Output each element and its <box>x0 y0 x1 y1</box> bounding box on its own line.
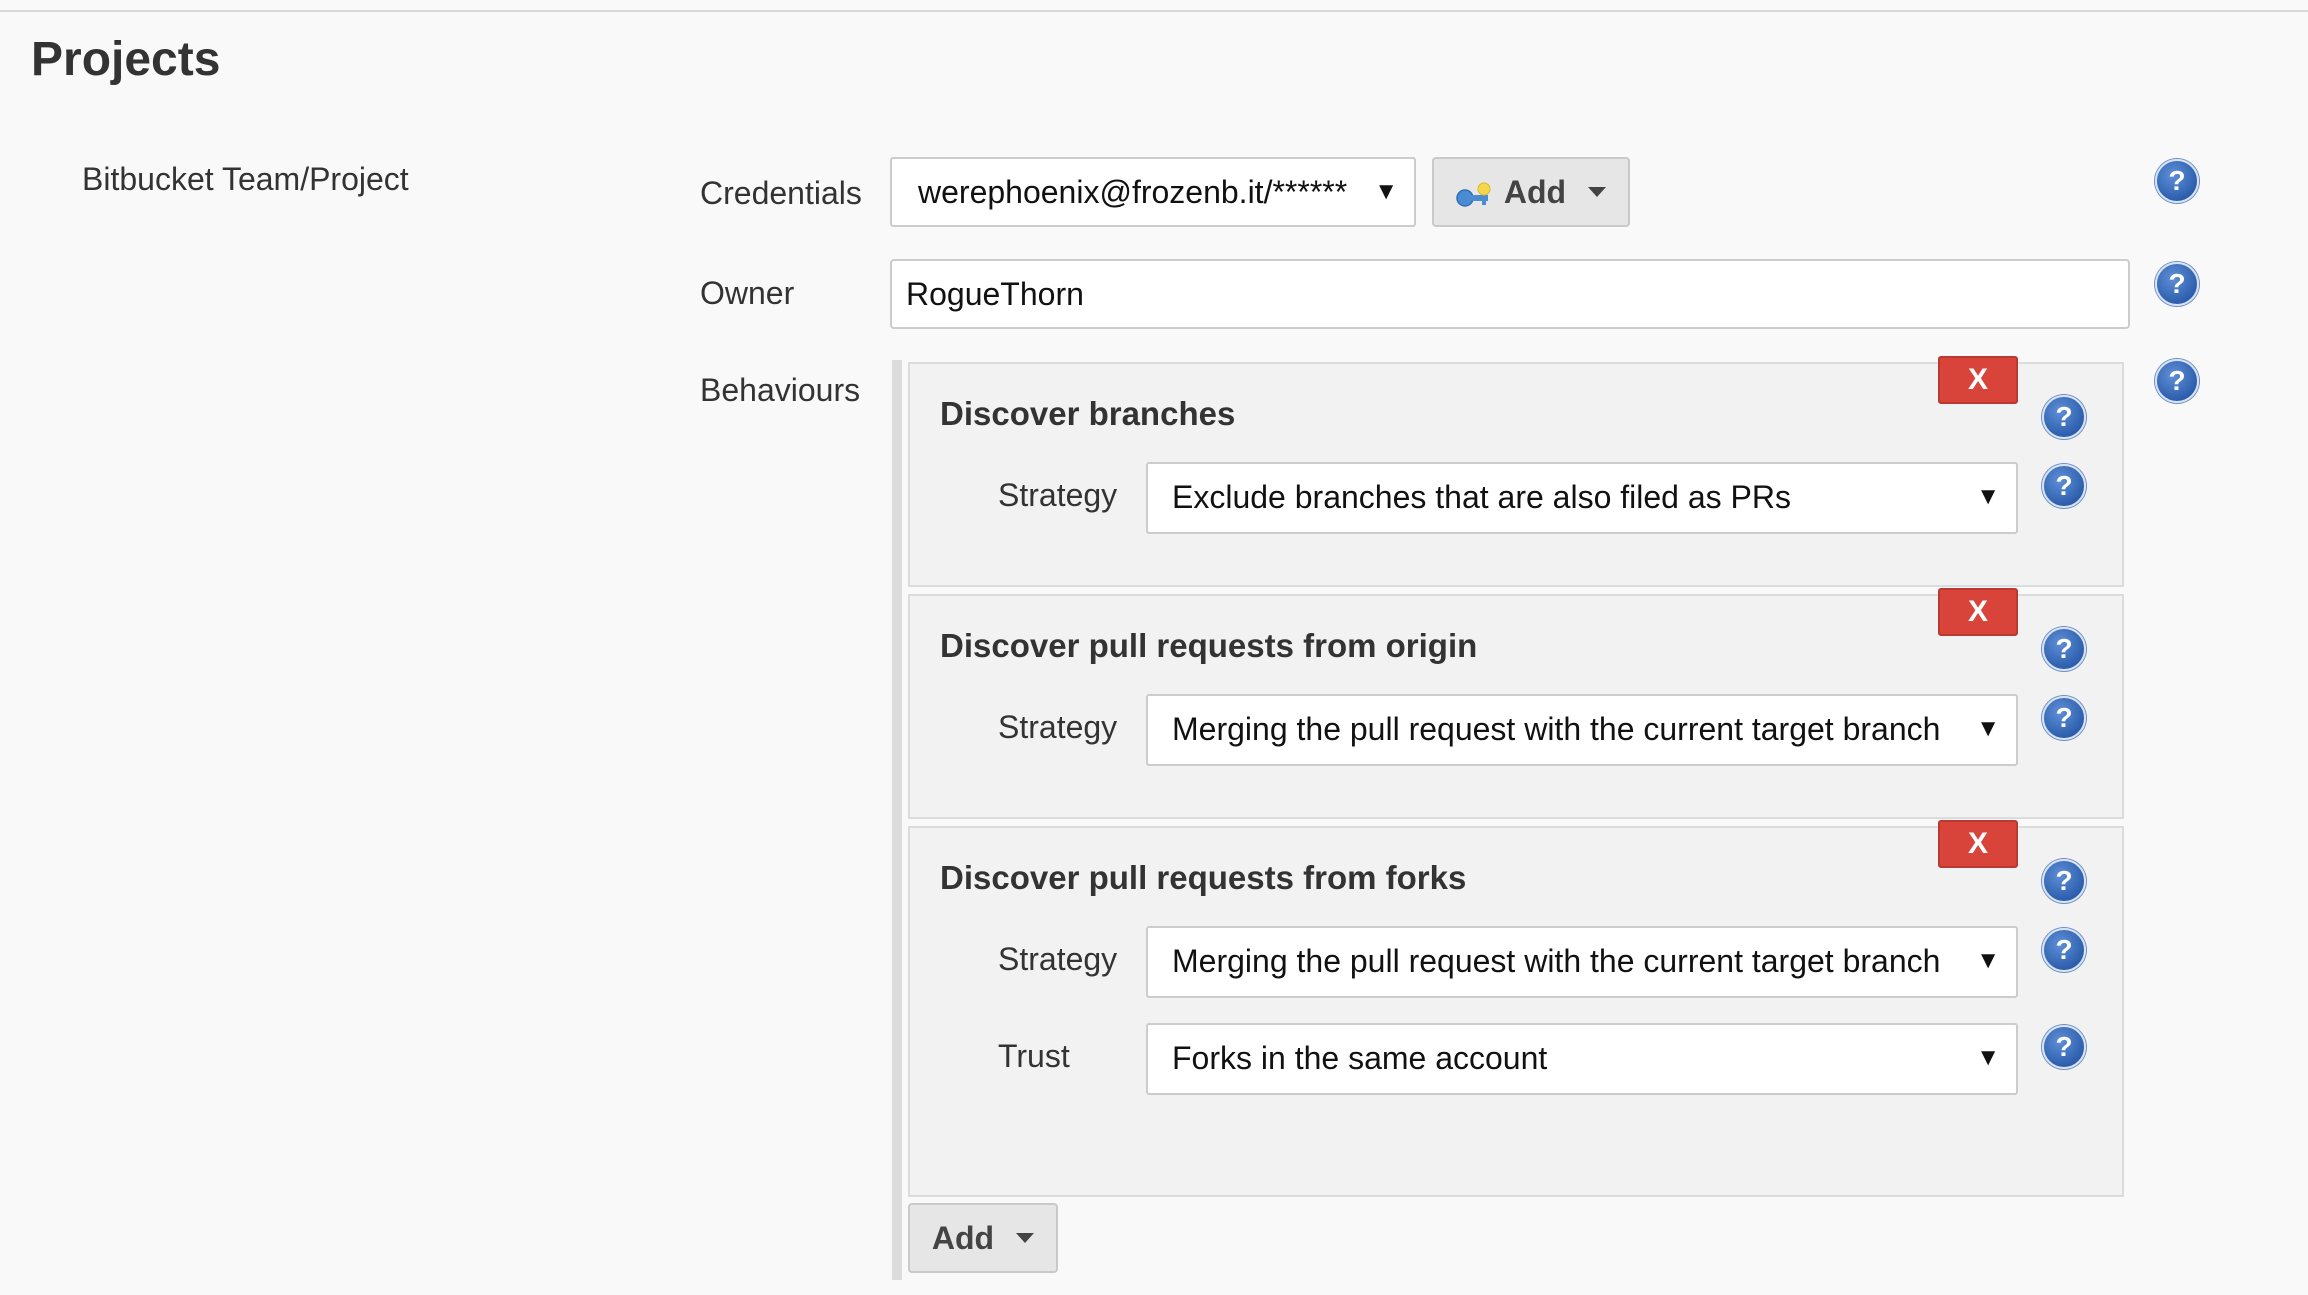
behaviour-panel-discover-prs-forks: X ? Discover pull requests from forks St… <box>908 820 2124 1197</box>
behaviour-panel-discover-branches: X ? Discover branches Strategy Exclude b… <box>908 356 2124 587</box>
help-icon[interactable]: ? <box>2042 464 2086 508</box>
chevron-down-icon: ▼ <box>1976 947 2000 974</box>
chevron-down-icon: ▼ <box>1976 1044 2000 1071</box>
owner-label: Owner <box>700 275 795 311</box>
trust-select[interactable]: Forks in the same account ▼ <box>1146 1023 2018 1095</box>
strategy-value: Merging the pull request with the curren… <box>1172 711 1941 747</box>
credentials-label: Credentials <box>700 175 862 211</box>
credentials-select[interactable]: werephoenix@frozenb.it/****** ▼ <box>890 157 1416 227</box>
trust-value: Forks in the same account <box>1172 1040 1548 1076</box>
behaviour-title: Discover pull requests from origin <box>940 627 1478 664</box>
chevron-down-icon: ▼ <box>1976 715 2000 742</box>
help-icon[interactable]: ? <box>2042 859 2086 903</box>
help-icon[interactable]: ? <box>2155 359 2199 403</box>
help-icon[interactable]: ? <box>2042 1025 2086 1069</box>
trust-label: Trust <box>998 1038 1070 1074</box>
help-icon[interactable]: ? <box>2155 159 2199 203</box>
help-icon[interactable]: ? <box>2155 262 2199 306</box>
section-label: Bitbucket Team/Project <box>82 161 409 197</box>
help-icon[interactable]: ? <box>2042 928 2086 972</box>
help-icon[interactable]: ? <box>2042 395 2086 439</box>
chevron-down-icon: ▼ <box>1374 178 1398 205</box>
credentials-add-button[interactable]: Add <box>1432 157 1630 227</box>
behaviour-panel-discover-prs-origin: X ? Discover pull requests from origin S… <box>908 588 2124 819</box>
owner-input[interactable] <box>890 259 2130 329</box>
key-icon <box>1456 179 1492 207</box>
add-behaviour-label: Add <box>931 1219 995 1256</box>
delete-behaviour-button[interactable]: X <box>1938 356 2018 404</box>
help-icon[interactable]: ? <box>2042 696 2086 740</box>
behaviours-bar <box>892 360 902 1280</box>
chevron-down-icon: ▼ <box>1976 483 2000 510</box>
strategy-value: Exclude branches that are also filed as … <box>1172 479 1791 515</box>
add-behaviour-button[interactable]: Add <box>908 1203 1058 1273</box>
caret-down-icon <box>1588 187 1607 197</box>
strategy-label: Strategy <box>998 477 1118 513</box>
credentials-value: werephoenix@frozenb.it/****** <box>918 174 1348 210</box>
behaviour-title: Discover branches <box>940 395 1236 432</box>
caret-down-icon <box>1016 1233 1035 1243</box>
strategy-select[interactable]: Merging the pull request with the curren… <box>1146 926 2018 998</box>
behaviour-title: Discover pull requests from forks <box>940 859 1467 896</box>
behaviours-label: Behaviours <box>700 372 861 408</box>
strategy-select[interactable]: Exclude branches that are also filed as … <box>1146 462 2018 534</box>
top-divider <box>0 10 2308 12</box>
help-icon[interactable]: ? <box>2042 627 2086 671</box>
delete-behaviour-button[interactable]: X <box>1938 588 2018 636</box>
strategy-value: Merging the pull request with the curren… <box>1172 943 1941 979</box>
delete-behaviour-button[interactable]: X <box>1938 820 2018 868</box>
strategy-label: Strategy <box>998 941 1118 977</box>
page-title: Projects <box>31 33 221 86</box>
credentials-add-label: Add <box>1503 173 1567 210</box>
strategy-label: Strategy <box>998 709 1118 745</box>
strategy-select[interactable]: Merging the pull request with the curren… <box>1146 694 2018 766</box>
